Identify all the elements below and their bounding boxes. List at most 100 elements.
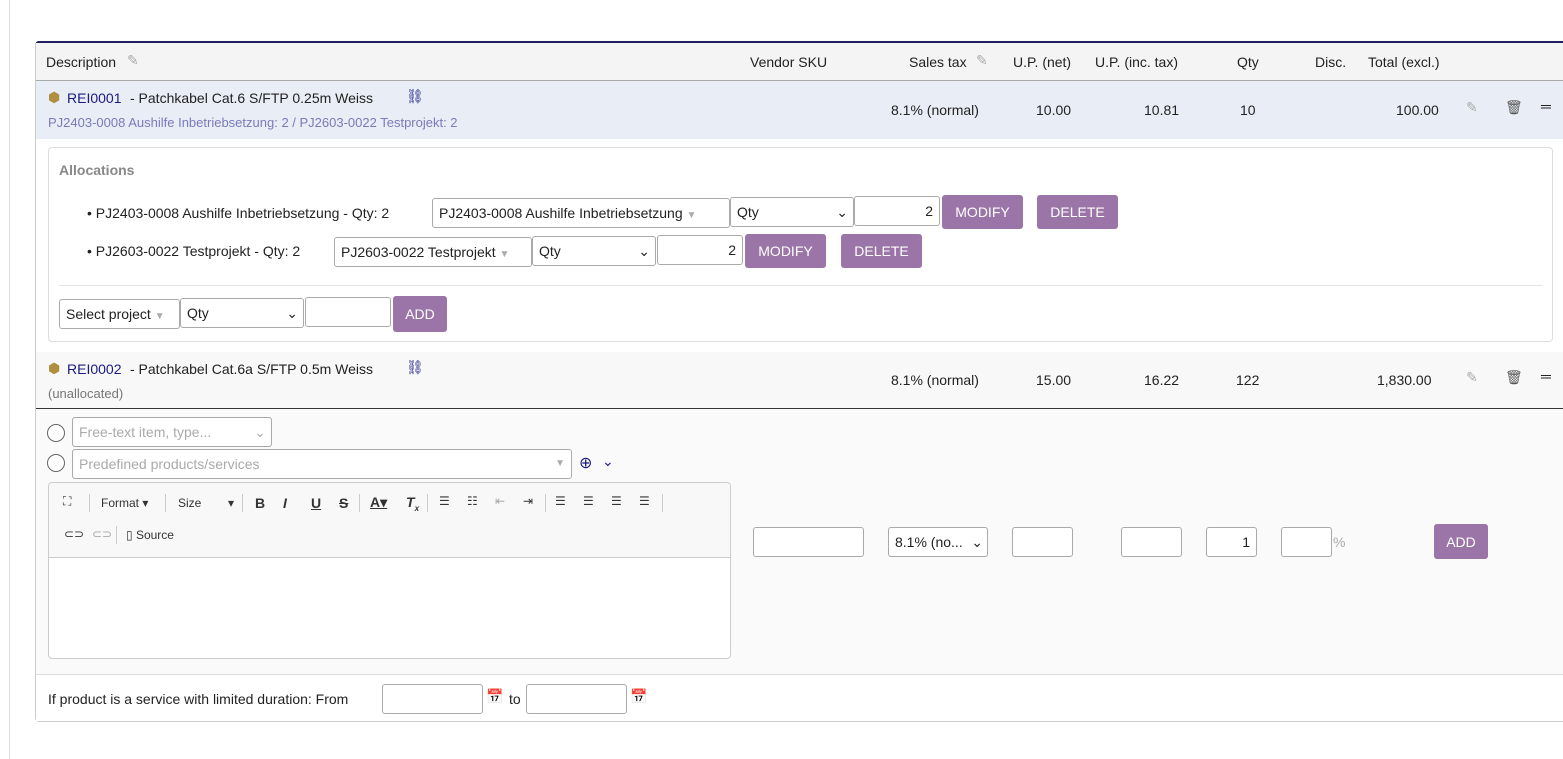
allocation-tree-icon[interactable]: ⛓: [406, 88, 424, 105]
unlink-icon: ⊂⊃: [92, 527, 113, 541]
select-value: PJ2603-0022 Testprojekt: [341, 244, 496, 260]
allocation-qty-input[interactable]: 2: [854, 196, 940, 226]
tax-value: 8.1% (normal): [891, 102, 979, 118]
editor-content-area[interactable]: [49, 558, 730, 658]
date-to-input[interactable]: [526, 684, 627, 714]
underline-icon[interactable]: U: [311, 495, 321, 511]
add-allocation-button[interactable]: ADD: [393, 296, 447, 332]
percent-label: %: [1333, 534, 1346, 550]
sales-tax-select[interactable]: 8.1% (no... ⌄: [888, 527, 988, 557]
allocation-tree-icon[interactable]: ⛓: [406, 359, 424, 376]
link-icon[interactable]: ⊂⊃: [64, 527, 84, 541]
header-up-inc: U.P. (inc. tax): [1095, 54, 1178, 70]
allocations-panel: Allocations • PJ2403-0008 Aushilfe Inbet…: [48, 147, 1553, 342]
bullet-list-icon[interactable]: ☷: [467, 494, 478, 508]
add-product-plus-icon[interactable]: ⊕: [579, 453, 592, 473]
qty-input[interactable]: 1: [1206, 527, 1257, 557]
header-disc: Disc.: [1315, 54, 1347, 70]
select-value: Qty: [187, 305, 209, 321]
header-qty: Qty: [1237, 54, 1259, 70]
header-vendor-sku: Vendor SKU: [750, 54, 828, 70]
up-net-value: 15.00: [1036, 372, 1072, 388]
up-inc-input[interactable]: [1121, 527, 1182, 557]
outdent-icon: ⇤: [495, 494, 506, 508]
allocation-project-select[interactable]: PJ2403-0008 Aushilfe Inbetriebsetzung ▼: [432, 198, 730, 228]
remove-format-icon[interactable]: Tx: [406, 494, 419, 513]
align-left-icon[interactable]: ☰: [555, 494, 566, 508]
numbered-list-icon[interactable]: ☰: [439, 494, 450, 508]
strikethrough-icon[interactable]: S: [339, 495, 348, 511]
text-color-icon[interactable]: A▾: [370, 494, 387, 511]
bold-icon[interactable]: B: [255, 495, 265, 511]
product-ref-link[interactable]: REI0002: [67, 361, 121, 377]
new-allocation-qty-mode-select[interactable]: Qty ⌄: [180, 298, 304, 328]
chevron-down-icon[interactable]: ⌄: [602, 453, 614, 470]
maximize-icon[interactable]: ⛶: [63, 494, 71, 509]
up-net-value: 10.00: [1036, 102, 1072, 118]
add-line-button[interactable]: ADD: [1434, 524, 1488, 559]
predefined-products-select[interactable]: Predefined products/services ▼: [72, 449, 572, 479]
rich-text-editor: ⛶ Format ▾ Size ▾ B I U S A▾ Tx ☰ ☷ ⇤ ⇥ …: [48, 482, 731, 659]
predefined-radio[interactable]: [47, 454, 65, 472]
free-text-radio[interactable]: [47, 424, 65, 442]
size-label: Size: [178, 496, 202, 510]
trash-icon[interactable]: 🗑: [1505, 99, 1523, 116]
date-from-input[interactable]: [382, 684, 483, 714]
trash-icon[interactable]: 🗑: [1505, 369, 1523, 386]
allocation-qty-mode-select[interactable]: Qty ⌄: [532, 236, 656, 266]
service-duration-row: If product is a service with limited dur…: [36, 674, 1563, 721]
allocation-project-select[interactable]: PJ2603-0022 Testprojekt ▼: [334, 237, 532, 267]
header-total: Total (excl.): [1368, 54, 1440, 70]
edit-pencil-icon[interactable]: ✎: [1466, 369, 1478, 386]
calendar-icon[interactable]: 📅: [630, 688, 647, 705]
modify-button[interactable]: MODIFY: [745, 234, 826, 268]
select-value: 8.1% (no...: [895, 534, 963, 550]
product-label: - Patchkabel Cat.6a S/FTP 0.5m Weiss: [130, 361, 374, 377]
allocation-qty-mode-select[interactable]: Qty ⌄: [730, 197, 854, 227]
total-value: 100.00: [1396, 102, 1439, 118]
justify-icon[interactable]: ☰: [639, 494, 650, 508]
discount-input[interactable]: [1281, 527, 1332, 557]
align-center-icon[interactable]: ☰: [583, 494, 594, 508]
to-label: to: [509, 691, 521, 707]
qty-value: 10: [1240, 102, 1256, 118]
delete-button[interactable]: DELETE: [841, 234, 922, 268]
calendar-icon[interactable]: 📅: [486, 688, 503, 705]
format-dropdown[interactable]: Format ▾: [101, 496, 148, 510]
indent-icon[interactable]: ⇥: [523, 494, 533, 508]
new-allocation-project-select[interactable]: Select project ▼: [59, 299, 180, 329]
source-button[interactable]: ▯ Source: [126, 528, 174, 542]
drag-handle-icon[interactable]: ═: [1541, 368, 1551, 384]
delete-button[interactable]: DELETE: [1037, 195, 1118, 229]
duration-label: If product is a service with limited dur…: [48, 691, 349, 707]
edit-pencil-icon[interactable]: ✎: [1466, 99, 1478, 116]
vendor-sku-input[interactable]: [753, 527, 864, 557]
editor-toolbar: ⛶ Format ▾ Size ▾ B I U S A▾ Tx ☰ ☷ ⇤ ⇥ …: [49, 483, 730, 558]
add-line-form: Free-text item, type... ⌄ Predefined prod…: [36, 409, 1563, 674]
drag-handle-icon[interactable]: ═: [1541, 98, 1551, 114]
table-row: ⬢ REI0002 - Patchkabel Cat.6a S/FTP 0.5m…: [36, 352, 1563, 409]
free-text-select[interactable]: Free-text item, type... ⌄: [72, 417, 272, 447]
allocation-qty-input[interactable]: 2: [657, 235, 743, 265]
new-allocation-qty-input[interactable]: [305, 297, 391, 327]
up-inc-value: 16.22: [1144, 372, 1180, 388]
italic-icon[interactable]: I: [283, 495, 287, 511]
up-net-input[interactable]: [1012, 527, 1073, 557]
align-right-icon[interactable]: ☰: [611, 494, 622, 508]
select-value: PJ2403-0008 Aushilfe Inbetriebsetzung: [439, 205, 683, 221]
product-ref-link[interactable]: REI0001: [67, 90, 121, 106]
header-up-net: U.P. (net): [1013, 54, 1072, 70]
qty-value: 122: [1236, 372, 1260, 388]
product-box-icon: ⬢: [48, 360, 61, 376]
edit-pencil-icon[interactable]: ✎: [127, 52, 139, 69]
product-label: - Patchkabel Cat.6 S/FTP 0.25m Weiss: [130, 90, 374, 106]
format-label: Format: [101, 496, 140, 510]
placeholder: Predefined products/services: [79, 456, 260, 472]
edit-pencil-icon[interactable]: ✎: [976, 52, 988, 69]
allocation-item-label: PJ2403-0008 Aushilfe Inbetriebsetzung - …: [95, 205, 390, 221]
modify-button[interactable]: MODIFY: [942, 195, 1023, 229]
allocation-item-label: PJ2603-0022 Testprojekt - Qty: 2: [95, 243, 301, 259]
table-header: Description ✎ Vendor SKU Sales tax ✎ U.P…: [36, 43, 1563, 81]
allocations-title: Allocations: [59, 162, 135, 178]
size-dropdown[interactable]: Size ▾: [178, 496, 234, 510]
